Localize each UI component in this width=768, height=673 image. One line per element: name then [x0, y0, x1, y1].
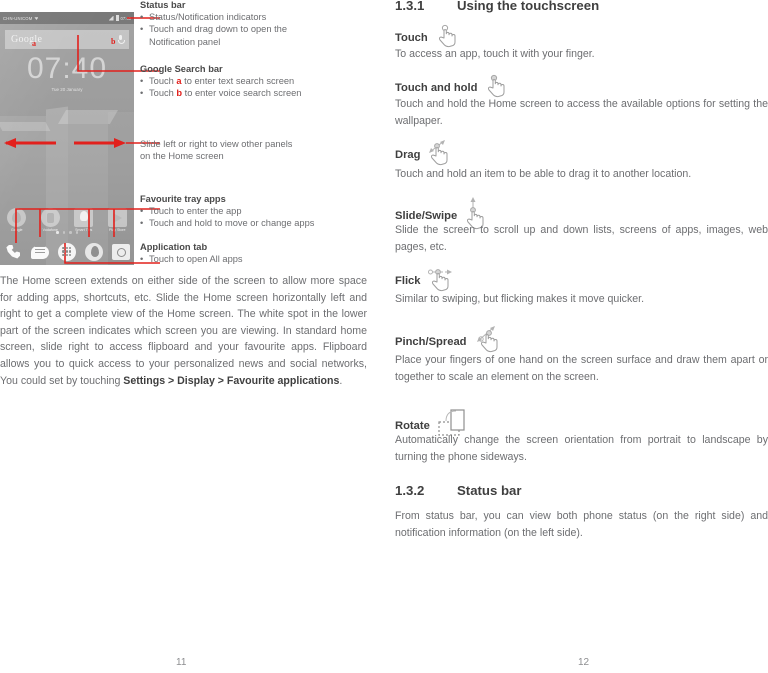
marker-b: b [111, 37, 116, 46]
app-grid: Google Vodafone Smart Tips Play Store [0, 208, 134, 232]
app-item[interactable]: Vodafone [37, 208, 63, 232]
paragraph-touch-and-hold: Touch and hold the Home screen to access… [395, 98, 768, 127]
annotation-line: on the Home screen [140, 151, 224, 162]
subheading-label: Slide/Swipe [395, 209, 458, 222]
annotation-item: Touch and drag down to open the [140, 23, 287, 36]
annotation-item: Touch b to enter voice search screen [140, 87, 301, 100]
all-apps-icon[interactable] [57, 242, 77, 262]
section-heading-131: 1.3.1 Using the touchscreen [395, 0, 768, 13]
annotation-line: Slide left or right to view other panels [140, 139, 293, 149]
subheading-label: Pinch/Spread [395, 335, 467, 348]
section-heading-132: 1.3.2 Status bar [395, 483, 768, 498]
clock-label: 07:40 [120, 15, 131, 21]
subheading-label: Touch [395, 31, 428, 44]
chrome-icon [7, 208, 27, 227]
annotation-heading: Favourite tray apps [140, 194, 226, 204]
body-text: The Home screen extends on either side o… [0, 275, 367, 387]
page-dot [69, 231, 72, 234]
annotation-item: Touch a to enter text search screen [140, 74, 301, 87]
paragraph-drag: Touch and hold an item to be able to dra… [395, 168, 692, 180]
status-bar-left: CHN-UNICOM [3, 15, 39, 21]
app-item[interactable]: Smart Tips [71, 208, 97, 232]
manual-page-spread: CHN-UNICOM 07:40 Google a b 07:40 Tue 20… [0, 0, 768, 673]
annotation-item: Touch and hold to move or change apps [140, 217, 314, 230]
left-body-paragraph: The Home screen extends on either side o… [0, 273, 367, 389]
vodafone-icon [40, 208, 60, 227]
page-number-right: 12 [578, 657, 590, 668]
paragraph-touch: To access an app, touch it with your fin… [395, 48, 595, 60]
all-apps-grid-dots [62, 247, 72, 256]
annotation-heading: Status bar [140, 0, 186, 10]
phone-status-bar[interactable]: CHN-UNICOM 07:40 [0, 12, 134, 24]
signal-icon [108, 15, 114, 21]
favourite-tray [0, 238, 134, 265]
page-dot [62, 231, 65, 234]
paragraph-rotate: Automatically change the screen orientat… [395, 434, 768, 463]
annotation-item: Touch to open All apps [140, 252, 243, 265]
section-number: 1.3.2 [395, 483, 425, 498]
wifi-icon [34, 17, 39, 20]
page-number-left: 11 [176, 657, 187, 668]
annotation-status-bar: Status bar Status/Notification indicator… [140, 0, 287, 48]
page-indicator-dots [0, 231, 134, 234]
annotation-heading: Application tab [140, 242, 208, 252]
subheading-label: Touch and hold [395, 81, 478, 94]
body-text-end: . [339, 374, 343, 387]
play-store-icon [107, 208, 127, 227]
section-title: Status bar [457, 483, 522, 498]
status-bar-right: 07:40 [108, 15, 131, 21]
section-number: 1.3.1 [395, 0, 425, 13]
wallpaper-shape [0, 122, 51, 131]
app-item[interactable]: Google [4, 208, 30, 232]
wallpaper-shape [57, 110, 119, 124]
subheading-label: Rotate [395, 419, 430, 432]
microphone-icon[interactable] [118, 35, 125, 44]
annotation-favourite-tray: Favourite tray apps Touch to enter the a… [140, 194, 314, 230]
paragraph-slide-swipe: Slide the screen to scroll up and down l… [395, 224, 768, 253]
right-page-column: 1.3.1 Using the touchscreen Touch To acc… [395, 0, 768, 673]
annotation-application-tab: Application tab Touch to open All apps [140, 242, 243, 265]
section-title: Using the touchscreen [457, 0, 600, 13]
paragraph-pinch-spread: Place your fingers of one hand on the sc… [395, 354, 768, 383]
carrier-label: CHN-UNICOM [3, 15, 33, 21]
page-dot [56, 231, 59, 234]
clock-widget-date: Tue 20 January [51, 87, 83, 92]
clock-widget-time: 07:40 [26, 52, 108, 85]
messaging-icon[interactable] [30, 242, 50, 262]
annotation-google-search-bar: Google Search bar Touch a to enter text … [140, 64, 301, 100]
camera-icon[interactable] [111, 242, 131, 262]
body-bold-path: Settings > Display > Favourite applicati… [123, 374, 340, 387]
bulb-icon [74, 208, 94, 227]
drag-hand-icon [428, 140, 458, 169]
page-dot [75, 231, 78, 234]
subheading-label: Flick [395, 274, 421, 287]
app-item[interactable]: Play Store [104, 208, 130, 232]
paragraph-flick: Similar to swiping, but flicking makes i… [395, 293, 645, 305]
annotation-slide-panels: Slide left or right to view other panels… [140, 138, 292, 163]
subheading-drag: Drag [395, 140, 768, 169]
paragraph-status-bar: From status bar, you can view both phone… [395, 510, 768, 539]
left-page-column: CHN-UNICOM 07:40 Google a b 07:40 Tue 20… [0, 0, 384, 673]
phone-icon[interactable] [3, 242, 23, 262]
annotation-item: Status/Notification indicators [140, 10, 287, 23]
chrome-icon[interactable] [84, 242, 104, 262]
home-screen-screenshot: CHN-UNICOM 07:40 Google a b 07:40 Tue 20… [0, 12, 134, 265]
google-logo: Google [11, 34, 43, 45]
battery-icon [115, 15, 119, 21]
annotation-item: Notification panel [149, 36, 221, 47]
marker-a: a [32, 39, 36, 48]
annotation-item: Touch to enter the app [140, 204, 314, 217]
annotation-heading: Google Search bar [140, 64, 223, 74]
subheading-label: Drag [395, 148, 421, 161]
